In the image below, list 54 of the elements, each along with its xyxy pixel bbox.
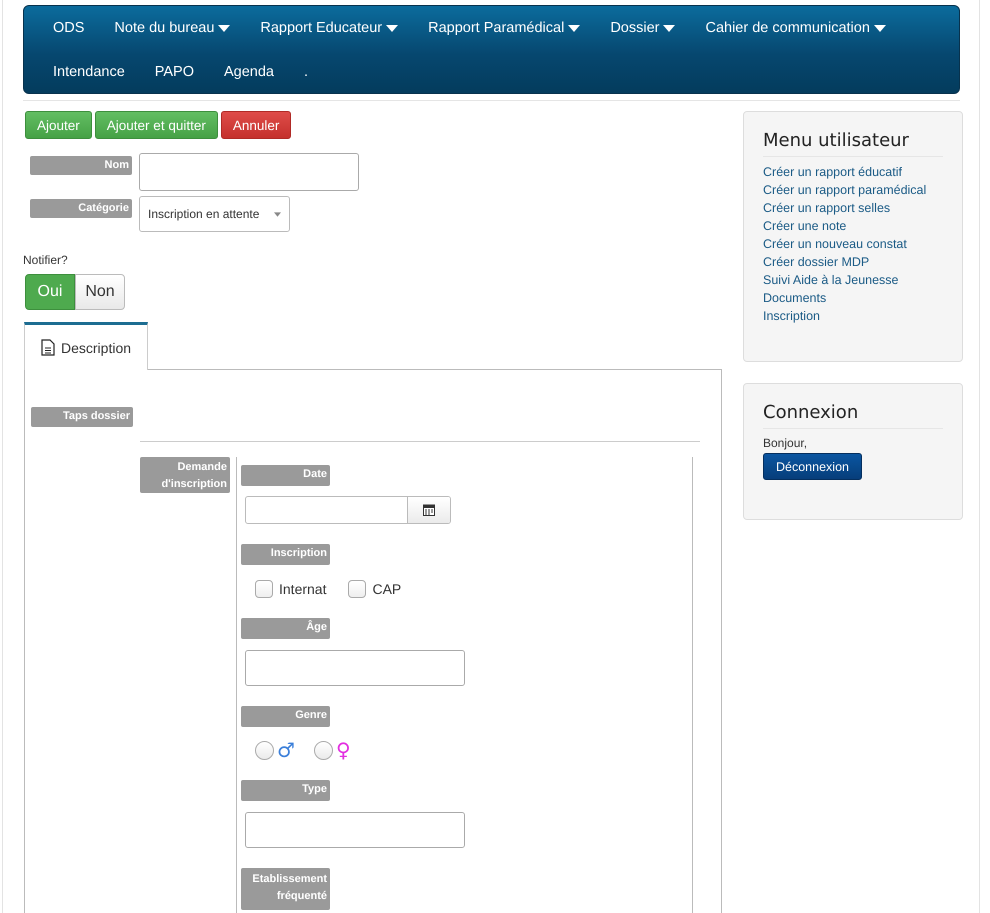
nav-item[interactable]: Note du bureau: [99, 6, 246, 50]
field-label: Date: [241, 465, 330, 486]
category-select[interactable]: Inscription en attente: [139, 196, 290, 232]
field-label: Catégorie: [30, 199, 132, 218]
checkbox[interactable]: [348, 580, 366, 598]
menu-link[interactable]: Créer un rapport éducatif: [763, 163, 943, 181]
field-label: Âge: [241, 618, 330, 639]
field-label: Etablissement fréquenté: [241, 868, 330, 910]
field-label: Inscription: [241, 544, 330, 565]
nav-item[interactable]: Dossier: [595, 6, 690, 50]
gender-symbol: ♀: [336, 740, 351, 760]
text-input[interactable]: [245, 650, 465, 686]
nav-item[interactable]: .: [288, 50, 324, 94]
action-button[interactable]: Annuler: [220, 111, 292, 139]
menu-link[interactable]: Documents: [763, 289, 943, 307]
logout-button[interactable]: Déconnexion: [763, 453, 862, 480]
menu-link[interactable]: Créer un rapport paramédical: [763, 181, 943, 199]
field-label: Nom: [30, 156, 132, 175]
checkbox-label: CAP: [372, 581, 402, 597]
nav-item[interactable]: Rapport Paramédical: [413, 6, 596, 50]
greeting-text: Bonjour,: [763, 435, 808, 451]
name-input[interactable]: [139, 153, 359, 191]
radio-button[interactable]: [314, 740, 333, 760]
nav-item[interactable]: PAPO: [140, 50, 209, 94]
gender-symbol: ♂: [277, 740, 295, 760]
caret-icon: [274, 212, 281, 216]
field-label: Type: [241, 780, 330, 801]
document-icon: [40, 339, 55, 356]
radio-button[interactable]: [255, 740, 274, 760]
menu-link[interactable]: Créer une note: [763, 217, 943, 235]
text-input[interactable]: [245, 812, 465, 848]
toggle-button[interactable]: Non: [75, 274, 125, 310]
nav-item[interactable]: Intendance: [38, 50, 140, 94]
menu-link[interactable]: Créer dossier MDP: [763, 253, 943, 271]
panel-title: Connexion: [763, 402, 943, 429]
tab[interactable]: Description: [24, 322, 148, 370]
date-field[interactable]: [245, 496, 451, 524]
menu-link[interactable]: Créer un rapport selles: [763, 199, 943, 217]
panel-title: Menu utilisateur: [763, 130, 943, 157]
checkbox[interactable]: [255, 580, 273, 598]
calendar-icon: [423, 504, 435, 516]
group-label: Taps dossier: [31, 407, 133, 427]
field-label: Genre: [241, 706, 330, 727]
nav-item[interactable]: Rapport Educateur: [245, 6, 414, 50]
checkbox-label: Internat: [279, 581, 326, 597]
notify-label: Notifier?: [23, 253, 69, 267]
menu-link[interactable]: Créer un nouveau constat: [763, 235, 943, 253]
nav-item[interactable]: Agenda: [208, 50, 289, 94]
nav-item[interactable]: ODS: [38, 6, 100, 50]
section-label: Demande d'inscription: [140, 457, 230, 493]
menu-link[interactable]: Suivi Aide à la Jeunesse: [763, 271, 943, 289]
nav-item[interactable]: Cahier de communication: [690, 6, 901, 50]
calendar-button[interactable]: [407, 497, 450, 523]
menu-link[interactable]: Inscription: [763, 307, 943, 325]
